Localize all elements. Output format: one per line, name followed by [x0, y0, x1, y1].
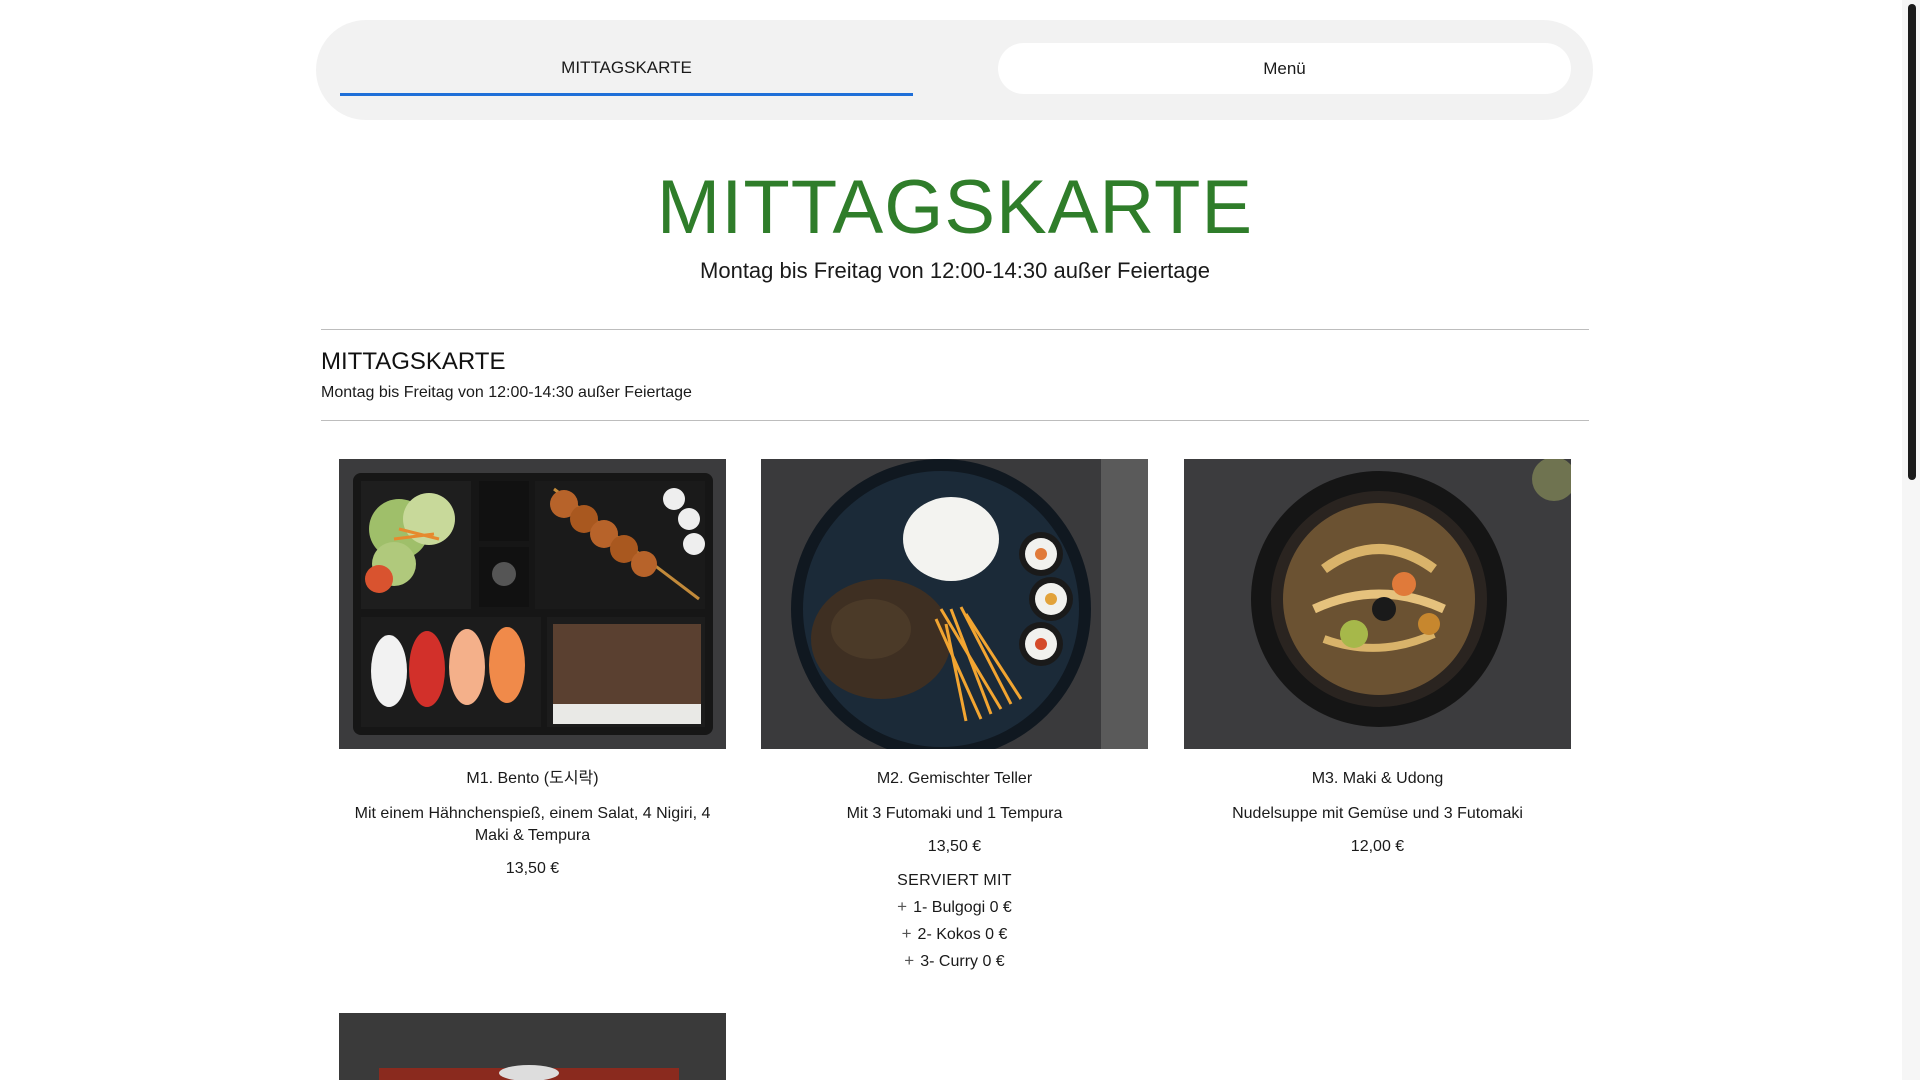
served-with-title: SERVIERT MIT	[897, 872, 1012, 889]
menu-item-image[interactable]	[339, 459, 726, 749]
page: MITTAGSKARTE Menü MITTAGSKARTE Montag bi…	[0, 0, 1920, 1080]
scrollbar-thumb[interactable]	[1908, 4, 1916, 480]
divider	[321, 329, 1589, 330]
tab-menu[interactable]: Menü	[998, 43, 1571, 94]
section-subtitle: Montag bis Freitag von 12:00-14:30 außer…	[321, 384, 692, 401]
menu-item-name: M3. Maki & Udong	[1311, 770, 1444, 787]
served-with-option[interactable]: +1- Bulgogi 0 €	[761, 897, 1148, 918]
page-subtitle: Montag bis Freitag von 12:00-14:30 außer…	[700, 258, 1210, 283]
scrollbar[interactable]	[1902, 0, 1920, 1080]
plus-icon: +	[897, 897, 908, 916]
menu-item-image[interactable]	[1184, 459, 1571, 749]
menu-item-name: M2. Gemischter Teller	[876, 770, 1033, 787]
menu-item-image[interactable]	[339, 1013, 726, 1080]
menu-item-price: 13,50 €	[927, 838, 982, 855]
menu-item-card[interactable]: M1. Bento (도시락) Mit einem Hähnchenspieß,…	[339, 459, 726, 879]
menu-item-description: Mit 3 Futomaki und 1 Tempura	[846, 805, 1063, 822]
option-label: 3- Curry 0 €	[920, 953, 1005, 970]
plus-icon: +	[904, 951, 915, 970]
tab-bar: MITTAGSKARTE Menü	[316, 20, 1593, 120]
option-label: 1- Bulgogi 0 €	[913, 899, 1012, 916]
divider	[321, 420, 1589, 421]
menu-item-image[interactable]	[761, 459, 1148, 749]
menu-item-name: M1. Bento (도시락)	[466, 770, 599, 787]
tab-mittagskarte[interactable]: MITTAGSKARTE	[340, 43, 913, 96]
menu-item-price: 13,50 €	[505, 860, 560, 877]
menu-item-description: Nudelsuppe mit Gemüse und 3 Futomaki	[1232, 805, 1523, 822]
menu-item-price: 12,00 €	[1350, 838, 1405, 855]
page-title: MITTAGSKARTE	[656, 165, 1254, 250]
menu-item-card[interactable]	[339, 1013, 726, 1080]
option-label: 2- Kokos 0 €	[917, 926, 1008, 943]
menu-item-card[interactable]: M3. Maki & Udong Nudelsuppe mit Gemüse u…	[1184, 459, 1571, 857]
menu-item-card[interactable]: M2. Gemischter Teller Mit 3 Futomaki und…	[761, 459, 1148, 972]
plus-icon: +	[901, 924, 912, 943]
section-title: MITTAGSKARTE	[321, 348, 506, 375]
served-with-option[interactable]: +3- Curry 0 €	[761, 951, 1148, 972]
served-with-option[interactable]: +2- Kokos 0 €	[761, 924, 1148, 945]
menu-item-description: Mit einem Hähnchenspieß, einem Salat, 4 …	[354, 805, 711, 844]
